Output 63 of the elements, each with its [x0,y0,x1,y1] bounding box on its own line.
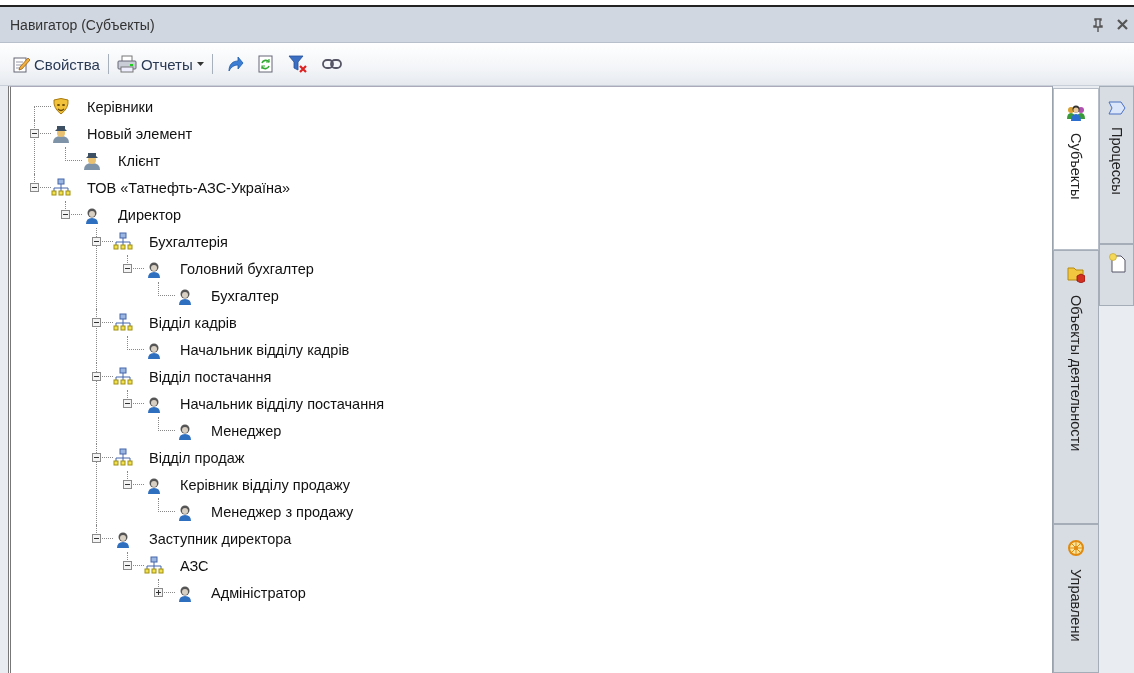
tree-item[interactable]: Відділ продаж [149,449,245,466]
expand-icon[interactable] [153,588,163,597]
tree-item[interactable]: Бухгалтерія [149,233,228,250]
reports-dropdown-button[interactable]: Отчеты [114,53,206,75]
collapse-icon[interactable] [91,237,101,246]
caret-icon [196,62,204,66]
pin-icon[interactable] [1093,17,1103,32]
collapse-icon[interactable] [29,129,39,138]
link-icon[interactable] [321,58,342,70]
tree-item[interactable]: Відділ кадрів [149,314,237,331]
tree-item[interactable]: АЗС [180,557,209,574]
tree-item[interactable]: Начальник відділу постачання [180,395,384,412]
mask-icon [51,96,71,117]
side-tab[interactable]: Объекты деятельности [1053,250,1099,524]
collapse-icon[interactable] [91,534,101,543]
tree-item[interactable]: Менеджер [211,422,282,439]
edit-icon [12,55,30,73]
tree-item[interactable]: Керівники [87,98,154,115]
printer-icon [116,55,137,73]
person-hat-icon [82,150,102,171]
properties-button[interactable]: Свойства [10,53,102,75]
tree-item[interactable]: Бухгалтер [211,287,279,304]
ship-wheel-icon [1067,539,1085,557]
person-hat-icon [51,123,71,144]
org-chart-icon [113,312,133,333]
org-chart-icon [113,231,133,252]
tree-item[interactable]: Заступник директора [149,530,292,547]
collapse-icon[interactable] [122,480,132,489]
tree-item[interactable]: ТОВ «Татнефть-АЗС-Україна» [87,179,291,196]
side-tab[interactable] [1099,244,1134,306]
org-chart-icon [144,555,164,576]
redo-arrow-icon[interactable] [225,55,244,73]
collapse-icon[interactable] [91,453,101,462]
folder-cube-icon [1067,265,1085,283]
collapse-icon[interactable] [60,210,70,219]
close-icon[interactable] [1117,19,1128,30]
collapse-icon[interactable] [91,318,101,327]
tree-item[interactable]: Начальник відділу кадрів [180,341,350,358]
tree-item[interactable]: Відділ постачання [149,368,272,385]
org-chart-icon [113,447,133,468]
filter-clear-icon[interactable] [287,54,308,74]
org-chart-icon [51,177,71,198]
collapse-icon[interactable] [122,264,132,273]
side-tab[interactable]: Управлени [1053,524,1099,673]
tree-item[interactable]: Керівник відділу продажу [180,476,351,493]
collapse-icon[interactable] [91,372,101,381]
process-chevron-icon [1107,101,1126,115]
collapse-icon[interactable] [29,183,39,192]
tree-item[interactable]: Новый элемент [87,125,193,142]
refresh-document-icon[interactable] [257,55,274,73]
side-tab[interactable]: Процессы [1099,86,1134,244]
collapse-icon[interactable] [122,561,132,570]
side-tab[interactable]: Субъекты [1053,88,1099,250]
new-document-icon [1107,253,1126,273]
tree-item[interactable]: Адміністратор [211,584,306,601]
collapse-icon[interactable] [122,399,132,408]
tree-item[interactable]: Менеджер з продажу [211,503,354,520]
people-icon [1067,103,1085,121]
tree-item[interactable]: Головний бухгалтер [180,260,314,277]
panel-title: Навигатор (Субъекты) [10,16,155,33]
org-chart-icon [113,366,133,387]
tree-item[interactable]: Директор [118,206,182,223]
tree-item[interactable]: Клієнт [118,152,161,169]
